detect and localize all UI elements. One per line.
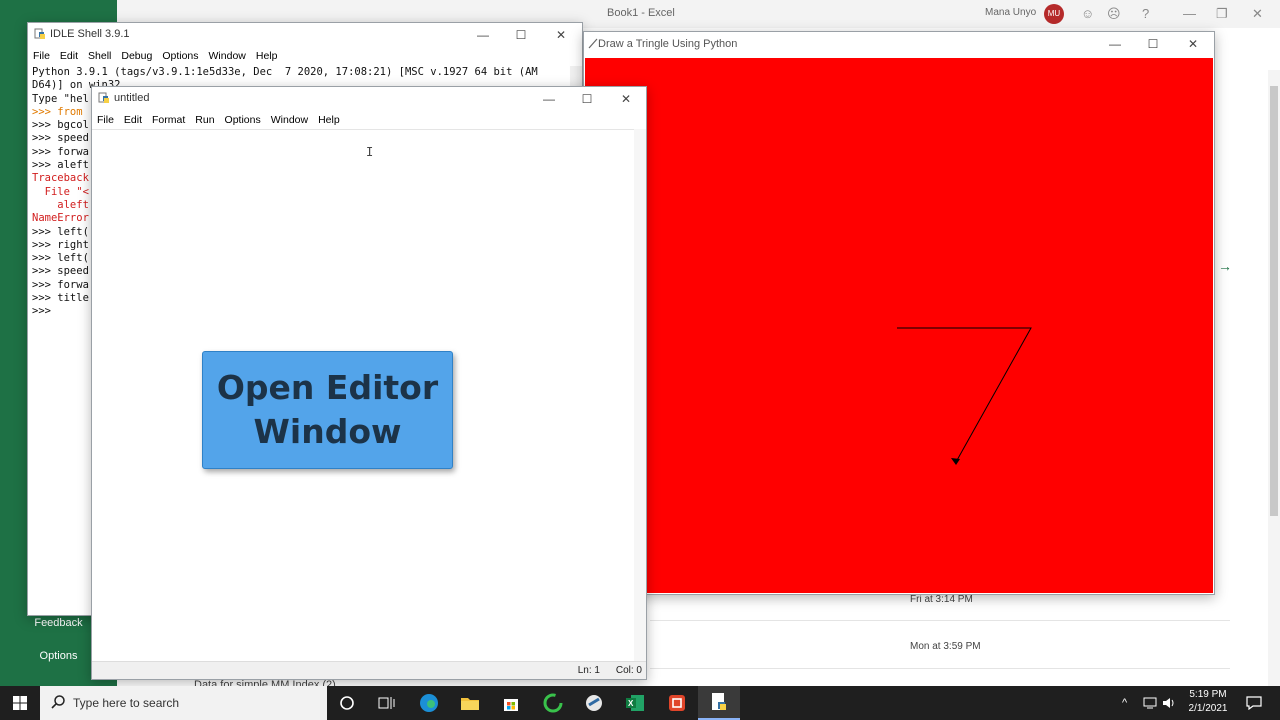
volume-icon[interactable]: [1162, 686, 1176, 720]
status-line-number: Ln: 1: [577, 665, 600, 676]
presentation-app-icon[interactable]: [656, 686, 698, 720]
help-icon[interactable]: ?: [1142, 6, 1149, 21]
menu-help[interactable]: Help: [313, 111, 345, 129]
close-icon[interactable]: ✕: [1252, 6, 1263, 22]
shell-menubar: File Edit Shell Debug Options Window Hel…: [28, 47, 582, 65]
editor-window-title: untitled: [114, 92, 150, 104]
menu-file[interactable]: File: [92, 111, 119, 129]
menu-edit[interactable]: Edit: [119, 111, 147, 129]
turtle-canvas[interactable]: [585, 58, 1213, 593]
close-icon[interactable]: ✕: [1174, 32, 1212, 56]
shell-titlebar[interactable]: IDLE Shell 3.9.1 — ☐ ✕: [28, 23, 582, 47]
taskbar-clock[interactable]: 5:19 PM 2/1/2021: [1180, 688, 1236, 716]
edge-browser-icon[interactable]: [408, 686, 450, 720]
text-cursor-icon: I: [366, 145, 374, 159]
editor-statusbar: Ln: 1 Col: 0: [92, 661, 646, 679]
menu-window[interactable]: Window: [204, 47, 251, 65]
file-explorer-icon[interactable]: [449, 686, 491, 720]
turtle-arrow-icon: [951, 458, 960, 465]
open-editor-callout: Open Editor Window: [202, 351, 453, 469]
python-file-icon: [98, 92, 109, 103]
arrow-right-icon[interactable]: →: [1218, 258, 1232, 274]
turtle-window-title: Draw a Tringle Using Python: [598, 38, 738, 50]
windows-logo-icon: [13, 696, 27, 710]
maximize-icon[interactable]: ☐: [1134, 32, 1172, 56]
turtle-drawing: [897, 327, 1032, 465]
menu-window[interactable]: Window: [266, 111, 313, 129]
chevron-up-icon[interactable]: ^: [1122, 686, 1127, 720]
excel-scrollbar-thumb[interactable]: [1270, 86, 1278, 516]
maximize-icon[interactable]: ☐: [502, 23, 540, 47]
restore-icon[interactable]: ❐: [1216, 6, 1228, 22]
shell-window-title: IDLE Shell 3.9.1: [50, 28, 130, 40]
clock-date: 2/1/2021: [1188, 703, 1228, 714]
search-icon: [51, 695, 65, 709]
network-icon[interactable]: [1143, 686, 1157, 720]
menu-shell[interactable]: Shell: [83, 47, 116, 65]
recorder-app-icon[interactable]: [532, 686, 574, 720]
minimize-icon[interactable]: —: [464, 23, 502, 47]
smile-icon[interactable]: ☺: [1081, 6, 1094, 21]
search-placeholder: Type here to search: [73, 696, 180, 710]
callout-line-2: Window: [253, 412, 402, 451]
menu-help[interactable]: Help: [251, 47, 283, 65]
menu-format[interactable]: Format: [147, 111, 190, 129]
recent-file-name[interactable]: Data for simple MM Index (2): [194, 679, 336, 686]
cortana-icon[interactable]: [326, 686, 368, 720]
shell-output-line: Python 3.9.1 (tags/v3.9.1:1e5d33e, Dec 7…: [32, 66, 538, 78]
store-icon[interactable]: [490, 686, 532, 720]
menu-options[interactable]: Options: [220, 111, 266, 129]
taskbar-search-box[interactable]: Type here to search: [40, 686, 327, 720]
close-icon[interactable]: ✕: [542, 23, 580, 47]
menu-options[interactable]: Options: [157, 47, 203, 65]
clock-time: 5:19 PM: [1189, 689, 1227, 700]
recent-file-time: Mon at 3:59 PM: [910, 641, 981, 652]
turtle-titlebar[interactable]: Draw a Tringle Using Python — ☐ ✕: [584, 32, 1214, 56]
minimize-icon[interactable]: —: [530, 87, 568, 111]
editor-scrollbar[interactable]: [634, 129, 646, 663]
svg-text:X: X: [628, 699, 634, 708]
notifications-icon[interactable]: [1246, 686, 1262, 720]
excel-user-name[interactable]: Mana Unyo: [985, 7, 1036, 18]
minimize-icon[interactable]: —: [1183, 6, 1196, 21]
excel-icon[interactable]: X: [614, 686, 656, 720]
list-divider: [650, 620, 1230, 621]
menu-run[interactable]: Run: [190, 111, 219, 129]
list-divider: [650, 668, 1230, 669]
windows-taskbar: Type here to search X ^ 5:19 PM 2/1/2021: [0, 686, 1280, 720]
task-view-icon[interactable]: [366, 686, 408, 720]
start-button[interactable]: [0, 686, 40, 720]
avatar[interactable]: MU: [1044, 4, 1064, 24]
turtle-graphics-window[interactable]: Draw a Tringle Using Python — ☐ ✕: [583, 31, 1215, 595]
recent-file-time: Fri at 3:14 PM: [910, 594, 973, 605]
menu-edit[interactable]: Edit: [55, 47, 83, 65]
menu-file[interactable]: File: [28, 47, 55, 65]
python-idle-icon[interactable]: [573, 686, 615, 720]
minimize-icon[interactable]: —: [1096, 32, 1134, 56]
python-icon: [34, 28, 45, 39]
frown-icon[interactable]: ☹: [1107, 6, 1121, 22]
maximize-icon[interactable]: ☐: [568, 87, 606, 111]
close-icon[interactable]: ✕: [607, 87, 645, 111]
menu-debug[interactable]: Debug: [116, 47, 157, 65]
idle-editor-taskbar-icon[interactable]: [698, 686, 740, 720]
editor-menubar: File Edit Format Run Options Window Help: [92, 111, 646, 129]
editor-titlebar[interactable]: untitled — ☐ ✕: [92, 87, 646, 111]
excel-window-title: Book1 - Excel: [607, 7, 675, 19]
turtle-line: [897, 327, 1032, 463]
status-column-number: Col: 0: [615, 665, 642, 676]
callout-line-1: Open Editor: [216, 368, 439, 407]
